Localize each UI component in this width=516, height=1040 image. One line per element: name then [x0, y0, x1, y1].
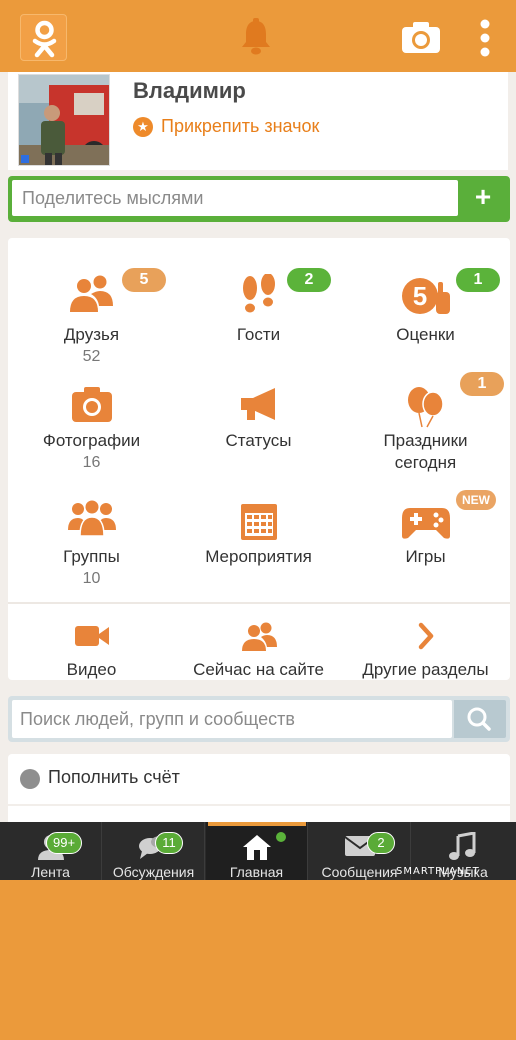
- home-icon: [206, 832, 307, 862]
- attach-badge-label: Прикрепить значок: [161, 116, 320, 136]
- grid-item-statuses[interactable]: Статусы: [175, 372, 342, 482]
- home-label: Главная: [229, 864, 284, 880]
- grid-item-games[interactable]: NEW Игры: [342, 490, 509, 600]
- online-users-icon: [175, 622, 342, 652]
- share-thoughts-input[interactable]: [12, 180, 458, 216]
- sections-grid: 5 Друзья 52 2 Гости 5 1 Оценки Фотографи…: [8, 238, 510, 680]
- add-post-button[interactable]: +: [460, 180, 506, 216]
- games-label: Игры: [405, 547, 446, 566]
- video-icon: [8, 622, 175, 652]
- grid-item-photos[interactable]: Фотографии 16: [8, 372, 175, 482]
- quick-link-online-now[interactable]: Сейчас на сайте: [175, 622, 342, 680]
- holidays-label-today: сегодня: [394, 453, 457, 472]
- avatar[interactable]: [18, 74, 110, 166]
- megaphone-icon: [175, 384, 342, 434]
- nav-item-discussions[interactable]: 11 Обсуждения: [103, 822, 205, 880]
- share-thoughts-bar: +: [8, 176, 510, 222]
- guests-label: Гости: [236, 325, 281, 344]
- star-icon: ★: [133, 116, 153, 137]
- music-icon: [412, 832, 514, 862]
- grid-item-friends[interactable]: 5 Друзья 52: [8, 252, 175, 365]
- chevron-right-icon: [342, 622, 509, 652]
- home-online-dot: [276, 832, 286, 842]
- active-tab-indicator: [208, 822, 306, 826]
- svg-text:5: 5: [412, 281, 426, 311]
- nav-item-home[interactable]: Главная: [206, 822, 308, 880]
- holidays-label: Праздники: [383, 431, 468, 450]
- photo-icon: [8, 384, 175, 434]
- friends-label: Друзья: [63, 325, 120, 344]
- photos-label: Фотографии: [42, 431, 141, 450]
- status-dot: [21, 155, 29, 163]
- attach-badge-link[interactable]: ★ Прикрепить значок: [133, 116, 319, 137]
- grid-item-guests[interactable]: 2 Гости: [175, 252, 342, 362]
- friends-badge: 5: [122, 268, 166, 292]
- search-button[interactable]: [454, 700, 506, 738]
- bell-icon[interactable]: [238, 18, 274, 56]
- feed-label: Лента: [31, 864, 70, 880]
- messages-icon: [309, 832, 410, 862]
- search-icon: [467, 707, 491, 731]
- photos-count: 16: [82, 454, 101, 471]
- statuses-label: Статусы: [225, 431, 292, 450]
- ratings-label: Оценки: [396, 325, 455, 344]
- user-name[interactable]: Владимир: [133, 78, 246, 104]
- games-new-badge: NEW: [456, 490, 496, 510]
- nav-item-feed[interactable]: 99+ Лента: [0, 822, 102, 880]
- online-now-label: Сейчас на сайте: [193, 660, 324, 679]
- screen: Владимир ★ Прикрепить значок + 5 Друзья …: [0, 0, 516, 880]
- quick-link-video[interactable]: Видео: [8, 622, 175, 680]
- calendar-icon: [175, 502, 342, 552]
- search-input[interactable]: [12, 700, 452, 738]
- events-label: Мероприятия: [205, 547, 312, 566]
- overflow-menu-icon[interactable]: [478, 18, 492, 58]
- watermark: SMARTPLANET: [396, 866, 480, 877]
- grid-divider: [8, 602, 510, 604]
- grid-item-holidays[interactable]: 1 Праздники сегодня: [342, 372, 509, 482]
- top-up-label: Пополнить счёт: [48, 767, 180, 787]
- discussions-icon: [103, 832, 204, 862]
- feed-badge: 99+: [46, 832, 83, 854]
- odnoklassniki-logo-icon[interactable]: [20, 14, 67, 61]
- search-bar: [8, 696, 510, 742]
- messages-label: Сообщения: [321, 864, 398, 880]
- quick-link-other-sections[interactable]: Другие разделы: [342, 622, 509, 680]
- profile-card: Владимир ★ Прикрепить значок: [8, 72, 508, 170]
- guests-badge: 2: [287, 268, 331, 292]
- friends-count: 52: [82, 348, 101, 365]
- grid-item-ratings[interactable]: 5 1 Оценки: [342, 252, 509, 362]
- messages-badge: 2: [367, 832, 395, 854]
- grid-item-groups[interactable]: Группы 10: [8, 490, 175, 600]
- grid-item-events[interactable]: Мероприятия: [175, 490, 342, 600]
- holidays-badge: 1: [460, 372, 504, 396]
- top-up-balance-item[interactable]: Пополнить счёт: [8, 754, 510, 804]
- coins-icon: [20, 769, 40, 789]
- other-sections-label: Другие разделы: [362, 660, 489, 679]
- groups-icon: [8, 500, 175, 550]
- groups-label: Группы: [63, 547, 120, 566]
- video-label: Видео: [66, 660, 117, 679]
- camera-icon[interactable]: [401, 20, 441, 54]
- discussions-badge: 11: [155, 832, 183, 854]
- discussions-label: Обсуждения: [112, 864, 195, 880]
- groups-count: 10: [82, 570, 101, 587]
- ratings-badge: 1: [456, 268, 500, 292]
- top-bar: [0, 0, 516, 72]
